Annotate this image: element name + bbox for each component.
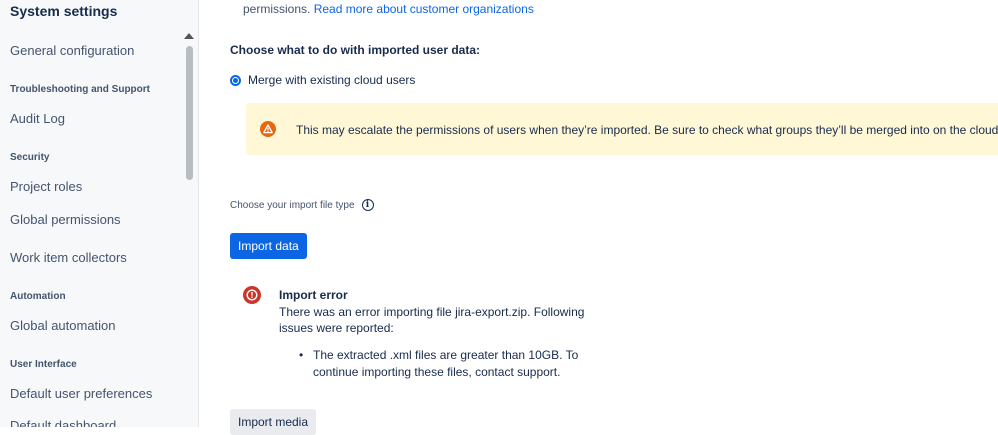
user-data-heading: Choose what to do with imported user dat… bbox=[230, 43, 481, 57]
sidebar-title: System settings bbox=[10, 3, 118, 19]
sidebar-heading-automation: Automation bbox=[10, 291, 66, 302]
bullet-icon: • bbox=[299, 348, 304, 362]
import-data-button[interactable]: Import data bbox=[230, 233, 307, 259]
sidebar-item-global-automation[interactable]: Global automation bbox=[10, 318, 116, 333]
file-type-label: Choose your import file type bbox=[230, 199, 355, 211]
file-type-row: Choose your import file type i bbox=[230, 199, 374, 211]
sidebar-item-global-permissions[interactable]: Global permissions bbox=[10, 212, 121, 227]
read-more-link[interactable]: Read more about customer organizations bbox=[314, 2, 534, 16]
warning-message: This may escalate the permissions of use… bbox=[246, 103, 998, 155]
error-title: Import error bbox=[279, 288, 348, 302]
error-issue-item: The extracted .xml files are greater tha… bbox=[313, 348, 579, 379]
scroll-up-arrow-icon[interactable] bbox=[184, 33, 194, 39]
warning-icon bbox=[260, 121, 276, 137]
intro-text-label: permissions. bbox=[243, 2, 311, 16]
sidebar-heading-security: Security bbox=[10, 152, 50, 163]
error-icon bbox=[243, 286, 261, 304]
sidebar-item-project-roles[interactable]: Project roles bbox=[10, 179, 82, 194]
error-issue-list: • The extracted .xml files are greater t… bbox=[299, 347, 589, 381]
error-body: There was an error importing file jira-e… bbox=[279, 305, 585, 335]
sidebar-item-audit-log[interactable]: Audit Log bbox=[10, 111, 65, 126]
sidebar-item-work-item-collectors[interactable]: Work item collectors bbox=[10, 250, 127, 265]
merge-radio-label[interactable]: Merge with existing cloud users bbox=[248, 73, 415, 87]
import-media-button[interactable]: Import media bbox=[230, 409, 317, 435]
info-icon[interactable]: i bbox=[361, 199, 374, 211]
sidebar-item-default-dashboard[interactable]: Default dashboard bbox=[10, 418, 116, 427]
radio-selected-dot bbox=[233, 77, 238, 83]
merge-option[interactable]: Merge with existing cloud users bbox=[230, 73, 415, 87]
sidebar-item-default-user-preferences[interactable]: Default user preferences bbox=[10, 386, 152, 401]
main-content: permissions. Read more about customer or… bbox=[199, 0, 998, 435]
sidebar-item-general-configuration[interactable]: General configuration bbox=[10, 43, 134, 58]
sidebar-heading-user-interface: User Interface bbox=[10, 359, 77, 370]
sidebar: System settings General configuration Tr… bbox=[0, 0, 199, 427]
merge-radio[interactable] bbox=[230, 74, 241, 86]
sidebar-scrollbar-thumb[interactable] bbox=[186, 46, 193, 180]
sidebar-heading-troubleshooting: Troubleshooting and Support bbox=[10, 84, 150, 95]
warning-text: This may escalate the permissions of use… bbox=[296, 123, 998, 137]
intro-text: permissions. Read more about customer or… bbox=[243, 2, 534, 16]
